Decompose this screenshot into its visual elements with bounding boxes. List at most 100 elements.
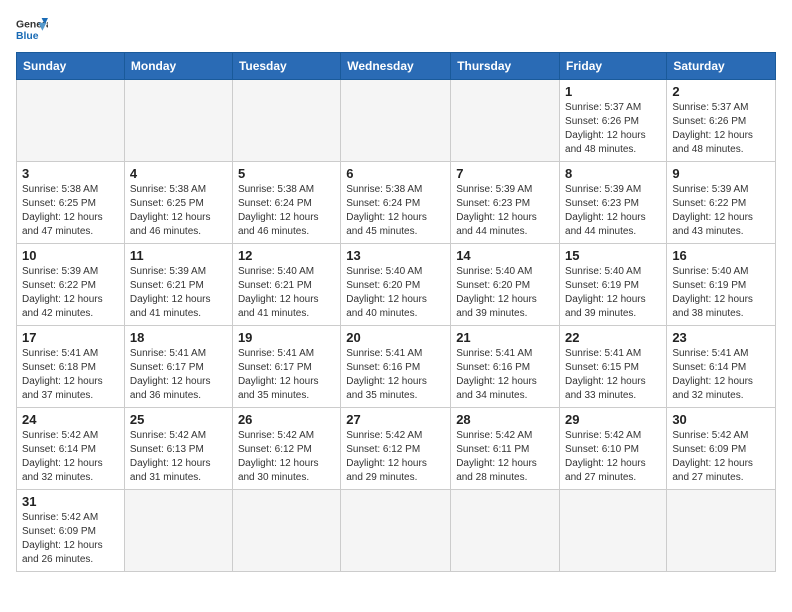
day-info: Sunrise: 5:39 AM Sunset: 6:23 PM Dayligh… [456, 183, 554, 239]
day-number: 7 [456, 166, 554, 181]
day-info: Sunrise: 5:41 AM Sunset: 6:14 PM Dayligh… [672, 347, 770, 403]
day-number: 18 [130, 330, 227, 345]
calendar-cell: 27Sunrise: 5:42 AM Sunset: 6:12 PM Dayli… [341, 408, 451, 490]
calendar-cell: 16 Sunrise: 5:40 AM Sunset: 6:19 PM Dayli… [667, 244, 776, 326]
weekday-header-tuesday: Tuesday [232, 53, 340, 80]
calendar-cell: 18 Sunrise: 5:41 AM Sunset: 6:17 PM Dayli… [124, 326, 232, 408]
day-number: 12 [238, 248, 335, 263]
day-info: Sunrise: 5:38 AM Sunset: 6:24 PM Dayligh… [346, 183, 445, 239]
calendar-cell [232, 80, 340, 162]
calendar-cell: 26Sunrise: 5:42 AM Sunset: 6:12 PM Dayli… [232, 408, 340, 490]
calendar-cell [451, 80, 560, 162]
day-number: 11 [130, 248, 227, 263]
day-number: 26 [238, 412, 335, 427]
day-info: Sunrise: 5:38 AM Sunset: 6:25 PM Dayligh… [130, 183, 227, 239]
calendar-cell [341, 80, 451, 162]
day-info: Sunrise: 5:37 AM Sunset: 6:26 PM Dayligh… [672, 101, 770, 157]
day-number: 1 [565, 84, 661, 99]
calendar-cell: 25Sunrise: 5:42 AM Sunset: 6:13 PM Dayli… [124, 408, 232, 490]
day-number: 24 [22, 412, 119, 427]
svg-text:Blue: Blue [16, 31, 39, 42]
day-number: 16 [672, 248, 770, 263]
day-number: 6 [346, 166, 445, 181]
logo: General Blue [16, 16, 48, 44]
calendar-cell: 22 Sunrise: 5:41 AM Sunset: 6:15 PM Dayli… [560, 326, 667, 408]
calendar-cell [451, 490, 560, 572]
calendar-cell [124, 80, 232, 162]
day-info: Sunrise: 5:42 AM Sunset: 6:12 PM Dayligh… [346, 429, 445, 485]
day-number: 31 [22, 494, 119, 509]
day-number: 9 [672, 166, 770, 181]
day-info: Sunrise: 5:42 AM Sunset: 6:09 PM Dayligh… [672, 429, 770, 485]
day-number: 19 [238, 330, 335, 345]
day-info: Sunrise: 5:40 AM Sunset: 6:20 PM Dayligh… [456, 265, 554, 321]
day-info: Sunrise: 5:39 AM Sunset: 6:22 PM Dayligh… [672, 183, 770, 239]
calendar-cell: 3 Sunrise: 5:38 AM Sunset: 6:25 PM Daylig… [17, 162, 125, 244]
calendar-cell: 21Sunrise: 5:41 AM Sunset: 6:16 PM Dayli… [451, 326, 560, 408]
weekday-header-wednesday: Wednesday [341, 53, 451, 80]
day-info: Sunrise: 5:42 AM Sunset: 6:09 PM Dayligh… [22, 511, 119, 567]
calendar-week-6: 31 Sunrise: 5:42 AM Sunset: 6:09 PM Dayli… [17, 490, 776, 572]
calendar-cell: 20 Sunrise: 5:41 AM Sunset: 6:16 PM Dayli… [341, 326, 451, 408]
day-info: Sunrise: 5:39 AM Sunset: 6:23 PM Dayligh… [565, 183, 661, 239]
day-number: 14 [456, 248, 554, 263]
day-info: Sunrise: 5:38 AM Sunset: 6:24 PM Dayligh… [238, 183, 335, 239]
day-number: 20 [346, 330, 445, 345]
calendar-cell: 4 Sunrise: 5:38 AM Sunset: 6:25 PM Daylig… [124, 162, 232, 244]
weekday-header-saturday: Saturday [667, 53, 776, 80]
day-info: Sunrise: 5:41 AM Sunset: 6:15 PM Dayligh… [565, 347, 661, 403]
day-number: 23 [672, 330, 770, 345]
day-info: Sunrise: 5:41 AM Sunset: 6:17 PM Dayligh… [238, 347, 335, 403]
day-number: 10 [22, 248, 119, 263]
calendar-cell [667, 490, 776, 572]
day-number: 21 [456, 330, 554, 345]
day-info: Sunrise: 5:41 AM Sunset: 6:17 PM Dayligh… [130, 347, 227, 403]
calendar-cell: 13Sunrise: 5:40 AM Sunset: 6:20 PM Dayli… [341, 244, 451, 326]
calendar-cell: 10 Sunrise: 5:39 AM Sunset: 6:22 PM Dayli… [17, 244, 125, 326]
day-number: 8 [565, 166, 661, 181]
calendar-cell: 1 Sunrise: 5:37 AM Sunset: 6:26 PM Daylig… [560, 80, 667, 162]
day-info: Sunrise: 5:41 AM Sunset: 6:18 PM Dayligh… [22, 347, 119, 403]
day-number: 15 [565, 248, 661, 263]
page-header: General Blue [16, 16, 776, 44]
calendar-cell: 31 Sunrise: 5:42 AM Sunset: 6:09 PM Dayli… [17, 490, 125, 572]
day-number: 28 [456, 412, 554, 427]
day-number: 3 [22, 166, 119, 181]
calendar-cell: 7 Sunrise: 5:39 AM Sunset: 6:23 PM Daylig… [451, 162, 560, 244]
calendar-cell: 15 Sunrise: 5:40 AM Sunset: 6:19 PM Dayli… [560, 244, 667, 326]
calendar-cell: 2 Sunrise: 5:37 AM Sunset: 6:26 PM Daylig… [667, 80, 776, 162]
day-info: Sunrise: 5:42 AM Sunset: 6:10 PM Dayligh… [565, 429, 661, 485]
calendar-cell: 5Sunrise: 5:38 AM Sunset: 6:24 PM Daylig… [232, 162, 340, 244]
day-info: Sunrise: 5:40 AM Sunset: 6:19 PM Dayligh… [672, 265, 770, 321]
day-number: 30 [672, 412, 770, 427]
day-number: 25 [130, 412, 227, 427]
day-number: 4 [130, 166, 227, 181]
day-info: Sunrise: 5:39 AM Sunset: 6:22 PM Dayligh… [22, 265, 119, 321]
calendar-week-2: 3 Sunrise: 5:38 AM Sunset: 6:25 PM Daylig… [17, 162, 776, 244]
calendar-week-4: 17 Sunrise: 5:41 AM Sunset: 6:18 PM Dayli… [17, 326, 776, 408]
calendar-cell: 12 Sunrise: 5:40 AM Sunset: 6:21 PM Dayli… [232, 244, 340, 326]
weekday-header-thursday: Thursday [451, 53, 560, 80]
calendar-cell: 30 Sunrise: 5:42 AM Sunset: 6:09 PM Dayli… [667, 408, 776, 490]
day-number: 22 [565, 330, 661, 345]
day-info: Sunrise: 5:38 AM Sunset: 6:25 PM Dayligh… [22, 183, 119, 239]
calendar-week-3: 10 Sunrise: 5:39 AM Sunset: 6:22 PM Dayli… [17, 244, 776, 326]
calendar-cell [124, 490, 232, 572]
day-info: Sunrise: 5:37 AM Sunset: 6:26 PM Dayligh… [565, 101, 661, 157]
day-info: Sunrise: 5:40 AM Sunset: 6:19 PM Dayligh… [565, 265, 661, 321]
weekday-header-sunday: Sunday [17, 53, 125, 80]
calendar-cell: 11Sunrise: 5:39 AM Sunset: 6:21 PM Dayli… [124, 244, 232, 326]
day-info: Sunrise: 5:40 AM Sunset: 6:21 PM Dayligh… [238, 265, 335, 321]
logo-icon: General Blue [16, 16, 48, 44]
calendar-cell: 8 Sunrise: 5:39 AM Sunset: 6:23 PM Daylig… [560, 162, 667, 244]
day-info: Sunrise: 5:41 AM Sunset: 6:16 PM Dayligh… [346, 347, 445, 403]
calendar-cell [560, 490, 667, 572]
day-number: 2 [672, 84, 770, 99]
calendar-cell: 17 Sunrise: 5:41 AM Sunset: 6:18 PM Dayli… [17, 326, 125, 408]
calendar-cell: 6 Sunrise: 5:38 AM Sunset: 6:24 PM Daylig… [341, 162, 451, 244]
day-number: 17 [22, 330, 119, 345]
calendar-cell [341, 490, 451, 572]
calendar-cell: 14 Sunrise: 5:40 AM Sunset: 6:20 PM Dayli… [451, 244, 560, 326]
day-number: 13 [346, 248, 445, 263]
calendar-table: SundayMondayTuesdayWednesdayThursdayFrid… [16, 52, 776, 572]
